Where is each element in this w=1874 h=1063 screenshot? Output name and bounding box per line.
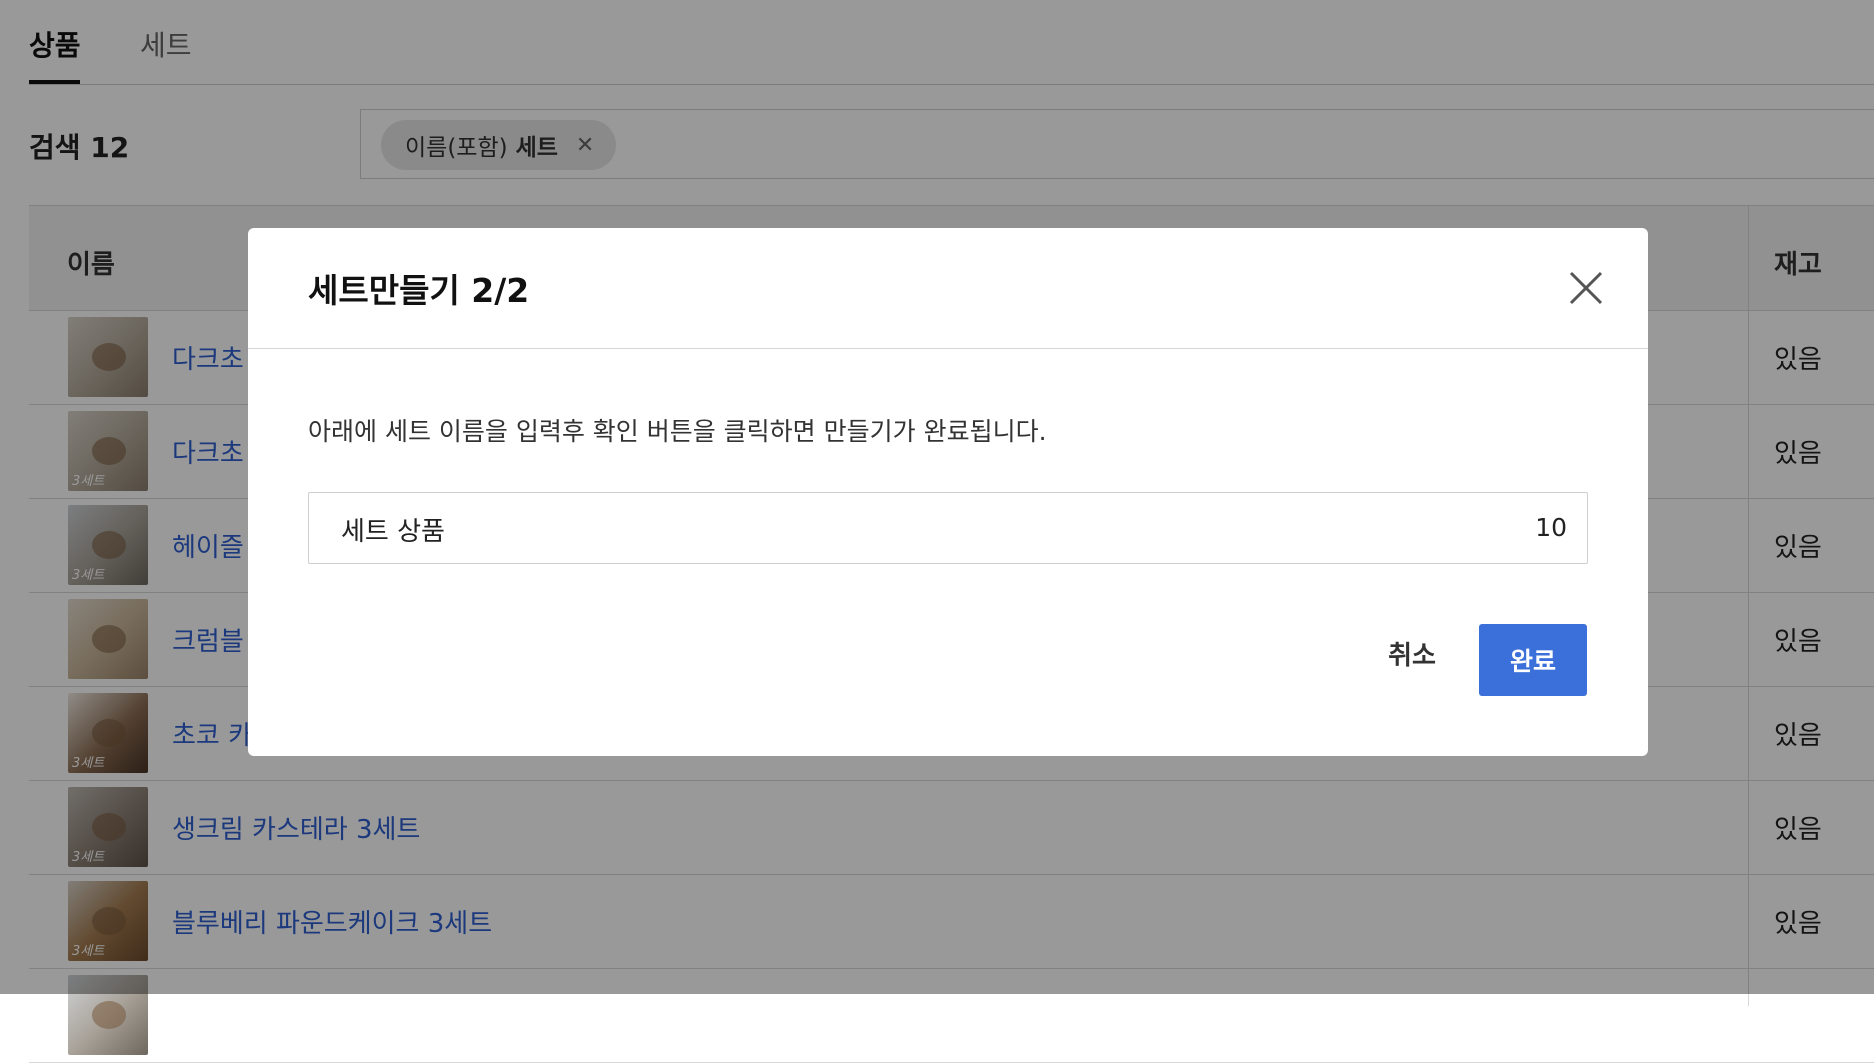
char-count: 10 [1535, 513, 1567, 542]
confirm-button[interactable]: 완료 [1479, 624, 1587, 696]
cancel-button[interactable]: 취소 [1369, 617, 1455, 689]
dialog-title: 세트만들기 2/2 [308, 271, 530, 310]
close-icon[interactable] [1568, 270, 1604, 306]
set-name-field[interactable]: 10 [308, 492, 1588, 565]
dialog-header: 세트만들기 2/2 [248, 228, 1648, 349]
create-set-dialog: 세트만들기 2/2 아래에 세트 이름을 입력후 확인 버튼을 클릭하면 만들기… [248, 228, 1648, 756]
dialog-description: 아래에 세트 이름을 입력후 확인 버튼을 클릭하면 만들기가 완료됩니다. [308, 417, 1047, 446]
set-name-input[interactable] [339, 493, 1443, 565]
page: 상품 세트 검색 12 이름(포함) 세트 ✕ 세 이름 재고 다크초 있음 3… [0, 0, 1874, 1063]
